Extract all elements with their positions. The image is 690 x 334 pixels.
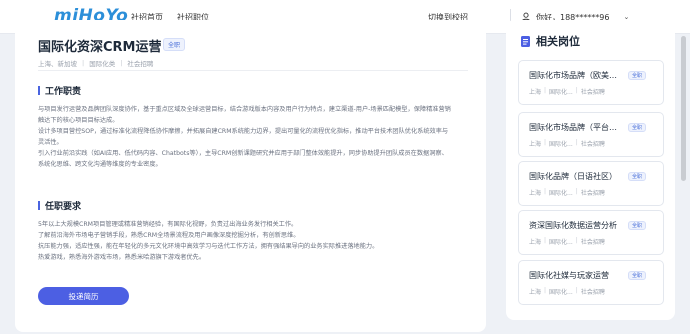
related-job-title: 国际化市场品牌（欧美方向） (529, 71, 624, 80)
related-job-recruit-type: 社会招聘 (580, 141, 605, 148)
meta-separator: | (544, 237, 547, 244)
related-job-category: 国际化... (549, 239, 573, 246)
meta-separator: | (575, 87, 578, 94)
section-marker (38, 86, 40, 95)
page-scrollbar[interactable] (681, 36, 686, 181)
related-job-location: 上海 (529, 190, 542, 197)
job-recruit-type: 社会招聘 (127, 60, 154, 68)
requirements-text: 5年以上大规模CRM项目管理或精准营销经验，有国际化视野，负责过出海业务发行相关… (38, 219, 468, 263)
related-job-location: 上海 (529, 141, 542, 148)
job-detail-card: 国际化资深CRM运营 全职 上海、新加坡 | 国际化类 | 社会招聘 工作职责 … (15, 20, 486, 332)
meta-separator: | (544, 188, 547, 195)
section-title-requirements: 任职要求 (38, 199, 81, 212)
document-icon (521, 35, 530, 47)
meta-separator: | (575, 188, 578, 195)
related-job-meta: 上海 | 国际化... | 社会招聘 (529, 139, 605, 148)
section-marker (38, 201, 40, 210)
related-jobs-title: 相关岗位 (536, 35, 580, 48)
duties-line: 设计多项目营控SOP，通过标准化流程降低协作摩擦，并拓展自建CRM系统能力边界，… (38, 128, 449, 135)
meta-separator: | (575, 287, 578, 294)
duties-line: 与项目发行运营及品牌团队深度协作，基于重点区域及全球运营目标，结合游戏版本内容及… (38, 106, 451, 113)
related-job-card[interactable]: 国际化市场品牌（欧美方向） 全职 上海 | 国际化... | 社会招聘 (518, 60, 664, 105)
related-job-card[interactable]: 国际化社媒与玩家运营 全职 上海 | 国际化... | 社会招聘 (518, 260, 664, 305)
related-job-category: 国际化... (549, 190, 573, 197)
related-job-card[interactable]: 国际化品牌（日语社区） 全职 上海 | 国际化... | 社会招聘 (518, 161, 664, 206)
related-jobs-panel: 相关岗位 国际化市场品牌（欧美方向） 全职 上海 | 国际化... | 社会招聘 国际化… (506, 20, 675, 320)
duties-line: 触达下的核心项目目标达成。 (38, 117, 119, 124)
related-job-recruit-type: 社会招聘 (580, 239, 605, 246)
job-title: 国际化资深CRM运营 (38, 40, 162, 55)
requirements-line: 5年以上大规模CRM项目管理或精准营销经验，有国际化视野，负责过出海业务发行相关… (38, 221, 298, 228)
requirements-line: 了解前沿海外市场电子营销手段，熟悉CRM全场景流程及用户画像深度挖掘分析，有创新… (38, 232, 300, 239)
related-job-meta: 上海 | 国际化... | 社会招聘 (529, 188, 605, 197)
duties-line: 系统化思维、跨文化沟通等维度的专业密度。 (38, 161, 162, 168)
duties-text: 与项目发行运营及品牌团队深度协作，基于重点区域及全球运营目标，结合游戏版本内容及… (38, 104, 468, 170)
related-job-category: 国际化... (549, 289, 573, 296)
duties-line: 灵活性。 (38, 139, 63, 146)
section-title-text: 工作职责 (45, 87, 82, 97)
meta-separator: | (82, 59, 85, 67)
related-job-title: 国际化市场品牌（平台方向） (529, 123, 624, 132)
requirements-line: 抗压能力强，适应性强，能在年轻化的多元文化环境中高效学习与迭代工作方法，拥有强结… (38, 243, 379, 250)
related-job-card[interactable]: 国际化市场品牌（平台方向） 全职 上海 | 国际化... | 社会招聘 (518, 112, 664, 157)
related-job-card[interactable]: 资深国际化数据运营分析 全职 上海 | 国际化... | 社会招聘 (518, 210, 664, 255)
related-job-title: 国际化社媒与玩家运营 (529, 271, 609, 280)
job-category: 国际化类 (89, 60, 116, 68)
related-job-title: 资深国际化数据运营分析 (529, 221, 617, 230)
related-job-recruit-type: 社会招聘 (580, 89, 605, 96)
meta-separator: | (544, 139, 547, 146)
related-job-recruit-type: 社会招聘 (580, 190, 605, 197)
requirements-line: 热爱游戏，熟悉海外游戏市场，熟悉米哈游旗下游戏者优先。 (38, 254, 206, 261)
duties-line: 引入行业前沿实践（如AI应用、低代码内容、Chatbots等），主导CRM创新课… (38, 150, 448, 157)
job-type-badge: 全职 (628, 271, 647, 280)
related-jobs-header: 相关岗位 (521, 33, 580, 49)
section-title-text: 任职要求 (45, 202, 82, 212)
related-job-category: 国际化... (549, 89, 573, 96)
related-job-meta: 上海 | 国际化... | 社会招聘 (529, 287, 605, 296)
related-job-recruit-type: 社会招聘 (580, 289, 605, 296)
meta-separator: | (544, 287, 547, 294)
related-job-meta: 上海 | 国际化... | 社会招聘 (529, 237, 605, 246)
related-job-category: 国际化... (549, 141, 573, 148)
meta-separator: | (575, 237, 578, 244)
related-job-location: 上海 (529, 89, 542, 96)
meta-separator: | (544, 87, 547, 94)
related-job-location: 上海 (529, 289, 542, 296)
related-job-location: 上海 (529, 239, 542, 246)
job-type-badge: 全职 (628, 172, 647, 181)
job-type-badge: 全职 (163, 38, 186, 51)
job-type-badge: 全职 (628, 71, 647, 80)
section-title-duties: 工作职责 (38, 84, 81, 97)
meta-separator: | (575, 139, 578, 146)
meta-separator: | (120, 59, 123, 67)
job-meta: 上海、新加坡 | 国际化类 | 社会招聘 (38, 58, 153, 68)
job-location: 上海、新加坡 (38, 60, 77, 68)
job-type-badge: 全职 (628, 221, 647, 230)
divider (38, 70, 468, 71)
job-type-badge: 全职 (628, 123, 647, 132)
related-job-title: 国际化品牌（日语社区） (529, 172, 617, 181)
apply-button[interactable]: 投递简历 (38, 287, 129, 305)
related-job-meta: 上海 | 国际化... | 社会招聘 (529, 87, 605, 96)
